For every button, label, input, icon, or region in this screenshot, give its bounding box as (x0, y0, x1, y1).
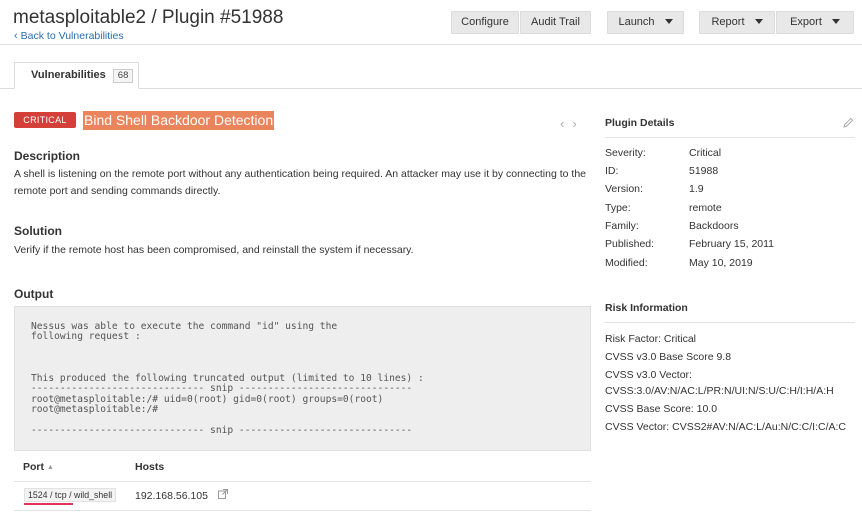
id-label: ID: (605, 165, 619, 177)
launch-button[interactable]: Launch (607, 11, 684, 34)
external-link-icon[interactable] (218, 489, 228, 499)
chevron-left-icon: ‹ (14, 30, 18, 42)
previous-plugin-button[interactable]: ‹ (560, 116, 572, 131)
audit-trail-button[interactable]: Audit Trail (520, 11, 591, 34)
output-box: Nessus was able to execute the command "… (14, 306, 591, 451)
solution-heading: Solution (14, 224, 62, 238)
caret-down-icon (831, 18, 840, 24)
family-value: Backdoors (689, 220, 739, 232)
divider (605, 322, 855, 323)
output-heading: Output (14, 287, 54, 301)
launch-button-label: Launch (618, 16, 655, 28)
cvss-base-score: CVSS Base Score: 10.0 (605, 403, 718, 415)
port-column-header[interactable]: Port ▲ (23, 461, 54, 473)
table-header: Port ▲ Hosts (14, 452, 591, 482)
export-button-label: Export (790, 16, 822, 28)
cvss3-vector: CVSS v3.0 Vector: CVSS:3.0/AV:N/AC:L/PR:… (605, 369, 834, 397)
tab-vulnerabilities[interactable]: Vulnerabilities 68 (14, 62, 139, 89)
plugin-output-text: Nessus was able to execute the command "… (31, 321, 424, 437)
modified-label: Modified: (605, 257, 648, 269)
export-button[interactable]: Export (776, 11, 854, 34)
pencil-icon[interactable] (843, 117, 854, 128)
modified-value: May 10, 2019 (689, 257, 753, 269)
back-link-label: Back to Vulnerabilities (20, 30, 124, 42)
family-label: Family: (605, 220, 639, 232)
back-to-vulnerabilities-link[interactable]: ‹ Back to Vulnerabilities (14, 30, 124, 42)
description-heading: Description (14, 149, 81, 163)
annotation-underline (24, 503, 73, 505)
configure-button[interactable]: Configure (451, 11, 519, 34)
cvss3-base-score: CVSS v3.0 Base Score 9.8 (605, 351, 732, 363)
plugin-navigation: ‹› (560, 116, 585, 131)
solution-text: Verify if the remote host has been compr… (14, 244, 414, 256)
version-label: Version: (605, 183, 643, 195)
tab-label: Vulnerabilities (31, 69, 106, 81)
sort-ascending-icon: ▲ (47, 464, 54, 471)
description-text: A shell is listening on the remote port … (14, 168, 587, 197)
risk-factor: Risk Factor: Critical (605, 333, 697, 345)
published-value: February 15, 2011 (689, 238, 775, 250)
plugin-details-heading: Plugin Details (605, 117, 675, 129)
cvss-vector: CVSS Vector: CVSS2#AV:N/AC:L/Au:N/C:C/I:… (605, 421, 846, 433)
type-label: Type: (605, 202, 631, 214)
plugin-name: Bind Shell Backdoor Detection (83, 111, 275, 130)
risk-information-heading: Risk Information (605, 302, 688, 314)
next-plugin-button[interactable]: › (572, 116, 584, 131)
divider (605, 137, 855, 138)
id-value: 51988 (689, 165, 719, 177)
report-button[interactable]: Report (699, 11, 775, 34)
report-button-label: Report (711, 16, 745, 28)
page-title: metasploitable2 / Plugin #51988 (13, 7, 284, 28)
hosts-column-header[interactable]: Hosts (135, 461, 164, 473)
table-row[interactable]: 1524 / tcp / wild_shell 192.168.56.105 (14, 483, 591, 511)
caret-down-icon (754, 18, 763, 24)
type-value: remote (689, 202, 722, 214)
caret-down-icon (664, 18, 673, 24)
severity-label: Severity: (605, 147, 646, 159)
severity-badge: CRITICAL (14, 112, 76, 128)
severity-value: Critical (689, 147, 722, 159)
version-value: 1.9 (689, 183, 704, 195)
count-badge: 68 (112, 69, 134, 83)
port-header-label: Port (23, 461, 44, 473)
page-header: metasploitable2 / Plugin #51988 ‹ Back to… (0, 0, 862, 45)
published-label: Published: (605, 238, 655, 250)
host-ip[interactable]: 192.168.56.105 (135, 490, 208, 502)
port-tag[interactable]: 1524 / tcp / wild_shell (24, 488, 117, 502)
